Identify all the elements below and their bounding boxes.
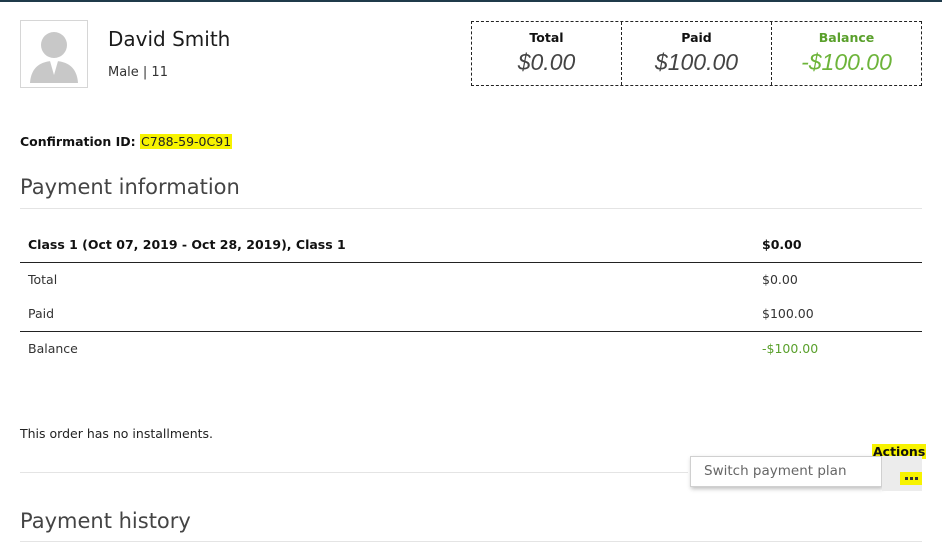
class-amount: $0.00: [762, 237, 802, 252]
avatar: [20, 20, 88, 88]
table-header-row: Class 1 (Oct 07, 2019 - Oct 28, 2019), C…: [20, 228, 922, 263]
summary-paid: Paid $100.00: [621, 22, 771, 85]
ellipsis-icon: [900, 472, 922, 485]
payment-information-title: Payment information: [20, 175, 240, 199]
class-label: Class 1 (Oct 07, 2019 - Oct 28, 2019), C…: [28, 237, 346, 252]
actions-menu-button[interactable]: [882, 456, 922, 491]
summary-balance-value: -$100.00: [801, 49, 892, 75]
student-name: David Smith: [108, 27, 231, 51]
balance-summary: Total $0.00 Paid $100.00 Balance -$100.0…: [471, 21, 922, 86]
row-label: Balance: [28, 341, 78, 356]
row-label: Total: [28, 272, 58, 287]
table-row: Balance -$100.00: [20, 332, 922, 366]
payment-history-title: Payment history: [20, 509, 191, 533]
divider: [20, 472, 688, 473]
divider: [20, 208, 922, 209]
divider: [20, 541, 922, 542]
summary-balance: Balance -$100.00: [771, 22, 921, 85]
installments-note: This order has no installments.: [20, 426, 214, 441]
summary-paid-value: $100.00: [654, 49, 739, 75]
row-amount: -$100.00: [762, 341, 819, 356]
user-silhouette-icon: [30, 32, 78, 83]
confirmation-label: Confirmation ID:: [20, 134, 136, 149]
summary-paid-label: Paid: [681, 30, 712, 45]
summary-balance-label: Balance: [818, 30, 875, 45]
switch-payment-plan-button[interactable]: Switch payment plan: [690, 456, 882, 487]
summary-total-value: $0.00: [517, 49, 576, 75]
payment-table: Class 1 (Oct 07, 2019 - Oct 28, 2019), C…: [20, 228, 922, 366]
row-amount: $0.00: [762, 272, 798, 287]
row-amount: $100.00: [762, 306, 814, 321]
confirmation: Confirmation ID: C788-59-0C91: [20, 134, 233, 149]
summary-total: Total $0.00: [472, 22, 621, 85]
row-label: Paid: [28, 306, 55, 321]
table-row: Total $0.00: [20, 263, 922, 297]
summary-total-label: Total: [529, 30, 564, 45]
confirmation-id: C788-59-0C91: [140, 134, 233, 149]
top-accent-bar: [0, 0, 942, 2]
table-row: Paid $100.00: [20, 297, 922, 332]
student-meta: Male | 11: [108, 65, 168, 80]
